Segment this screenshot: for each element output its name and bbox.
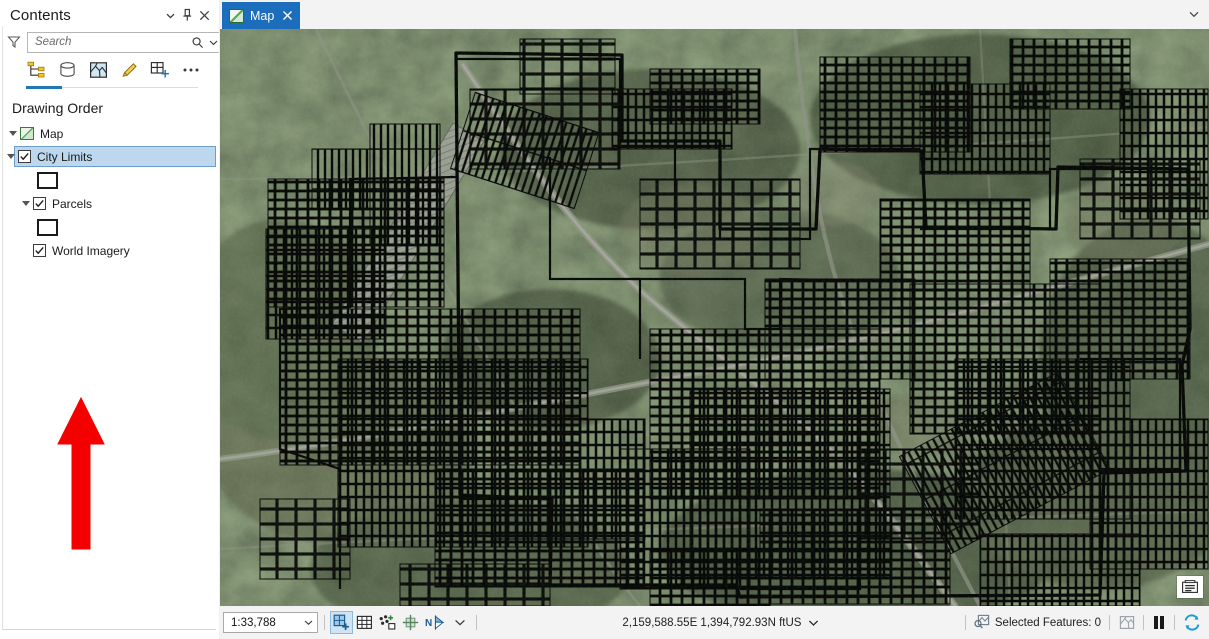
map-status-bar: 1:33,788 N 2,159,588.55E 1,394,792.93N f… (220, 606, 1209, 639)
scale-combobox[interactable]: 1:33,788 (223, 612, 318, 633)
list-by-snapping-icon[interactable] (150, 60, 170, 80)
arcgis-pro-window: Contents Search Drawing Order Map City L… (0, 0, 1209, 639)
pane-bottom-border (2, 629, 216, 630)
layer-symbol-city-limits[interactable] (0, 167, 220, 193)
hollow-square-symbol-icon (37, 218, 58, 236)
view-tabstrip: Map (220, 0, 1209, 29)
map-view: Map 1:33,788 N 2,159,588.55E 1,394,792.9… (220, 0, 1209, 639)
selection-tool-icon[interactable] (330, 611, 353, 634)
map-tab-icon (229, 8, 244, 23)
layer-checkbox-parcels[interactable] (33, 197, 46, 210)
svg-text:N: N (425, 618, 432, 629)
search-options-chevron-down-icon[interactable] (208, 37, 219, 48)
refresh-icon[interactable] (1181, 612, 1203, 633)
map-nav-tools: N (330, 611, 470, 634)
layer-label-city-limits: City Limits (37, 149, 93, 164)
status-separator (476, 615, 477, 630)
selected-features-indicator[interactable]: Selected Features: 0 (972, 614, 1103, 632)
layer-checkbox-city-limits[interactable] (18, 150, 31, 163)
annotation-red-arrow-up-icon (57, 396, 105, 550)
list-by-data-source-icon[interactable] (57, 60, 77, 80)
status-separator (324, 615, 325, 630)
tab-close-icon[interactable] (280, 9, 294, 23)
pane-menu-chevron-icon[interactable] (162, 6, 179, 24)
contents-search-row (0, 30, 224, 54)
coordinates-readout: 2,159,588.55E 1,394,792.93N ftUS (483, 617, 959, 629)
zoom-full-extent-icon[interactable] (400, 612, 421, 633)
scale-value: 1:33,788 (231, 616, 276, 629)
list-by-editing-icon[interactable] (119, 60, 139, 80)
contents-pane: Contents Search Drawing Order Map City L… (0, 0, 224, 639)
pane-close-icon[interactable] (196, 6, 213, 24)
layer-item-world-imagery[interactable]: World Imagery (0, 240, 220, 261)
tabstrip-overflow-chevron-down-icon[interactable] (1186, 6, 1202, 22)
status-separator (1109, 615, 1110, 630)
north-arrow-navigator-icon[interactable]: N (423, 612, 447, 633)
expander-city-limits-icon[interactable] (4, 146, 18, 167)
tree-node-map-label: Map (40, 126, 64, 141)
pane-pin-icon[interactable] (179, 6, 196, 24)
layer-symbol-parcels[interactable] (0, 214, 220, 240)
filter-icon[interactable] (7, 35, 21, 49)
nav-overflow-caret-down-icon[interactable] (449, 612, 470, 633)
list-by-selection-icon[interactable] (88, 60, 108, 80)
layer-item-parcels[interactable]: Parcels (0, 193, 220, 214)
contents-pane-title: Contents (10, 6, 71, 24)
satellite-imagery-with-parcels (220, 29, 1209, 606)
selection-magnifier-icon (974, 614, 990, 632)
more-options-icon[interactable] (181, 60, 201, 80)
tab-map-label: Map (250, 8, 275, 23)
map-node-icon (20, 127, 34, 140)
contents-toolbar (0, 54, 220, 86)
drawing-order-label: Drawing Order (12, 100, 104, 116)
layer-label-world-imagery: World Imagery (52, 243, 130, 258)
map-extent-icon[interactable] (1116, 612, 1137, 633)
layer-item-city-limits[interactable]: City Limits (7, 146, 216, 167)
coordinates-caret-down-icon[interactable] (808, 619, 819, 627)
hollow-square-symbol-icon (37, 171, 58, 189)
coordinates-text: 2,159,588.55E 1,394,792.93N ftUS (622, 616, 802, 629)
layer-label-parcels: Parcels (52, 196, 93, 211)
expander-parcels-icon[interactable] (19, 193, 33, 214)
search-box[interactable] (27, 31, 224, 53)
expander-map-icon[interactable] (6, 123, 20, 144)
status-separator (1174, 615, 1175, 630)
add-data-tool-icon[interactable] (377, 612, 398, 633)
grid-tool-icon[interactable] (354, 612, 375, 633)
selected-features-label: Selected Features: 0 (994, 616, 1101, 629)
contents-toolbar-active-indicator (0, 86, 220, 91)
tree-node-map[interactable]: Map (0, 123, 220, 144)
contents-pane-header: Contents (0, 0, 220, 30)
status-bar-right-group: Selected Features: 0 (959, 612, 1203, 633)
map-overlay-legend-button[interactable] (1177, 576, 1203, 598)
pause-drawing-icon[interactable] (1150, 616, 1168, 629)
status-separator (964, 615, 966, 630)
search-input[interactable] (35, 36, 191, 48)
layer-tree: Map City Limits Parcels World Imagery (0, 123, 220, 639)
layer-checkbox-world-imagery[interactable] (33, 244, 46, 257)
search-icon[interactable] (191, 36, 204, 49)
tab-map[interactable]: Map (222, 2, 301, 29)
map-canvas[interactable] (220, 29, 1209, 606)
pane-left-border (2, 26, 3, 630)
list-by-drawing-order-icon[interactable] (26, 60, 46, 80)
scale-caret-down-icon[interactable] (302, 619, 314, 626)
status-separator (1143, 615, 1144, 630)
